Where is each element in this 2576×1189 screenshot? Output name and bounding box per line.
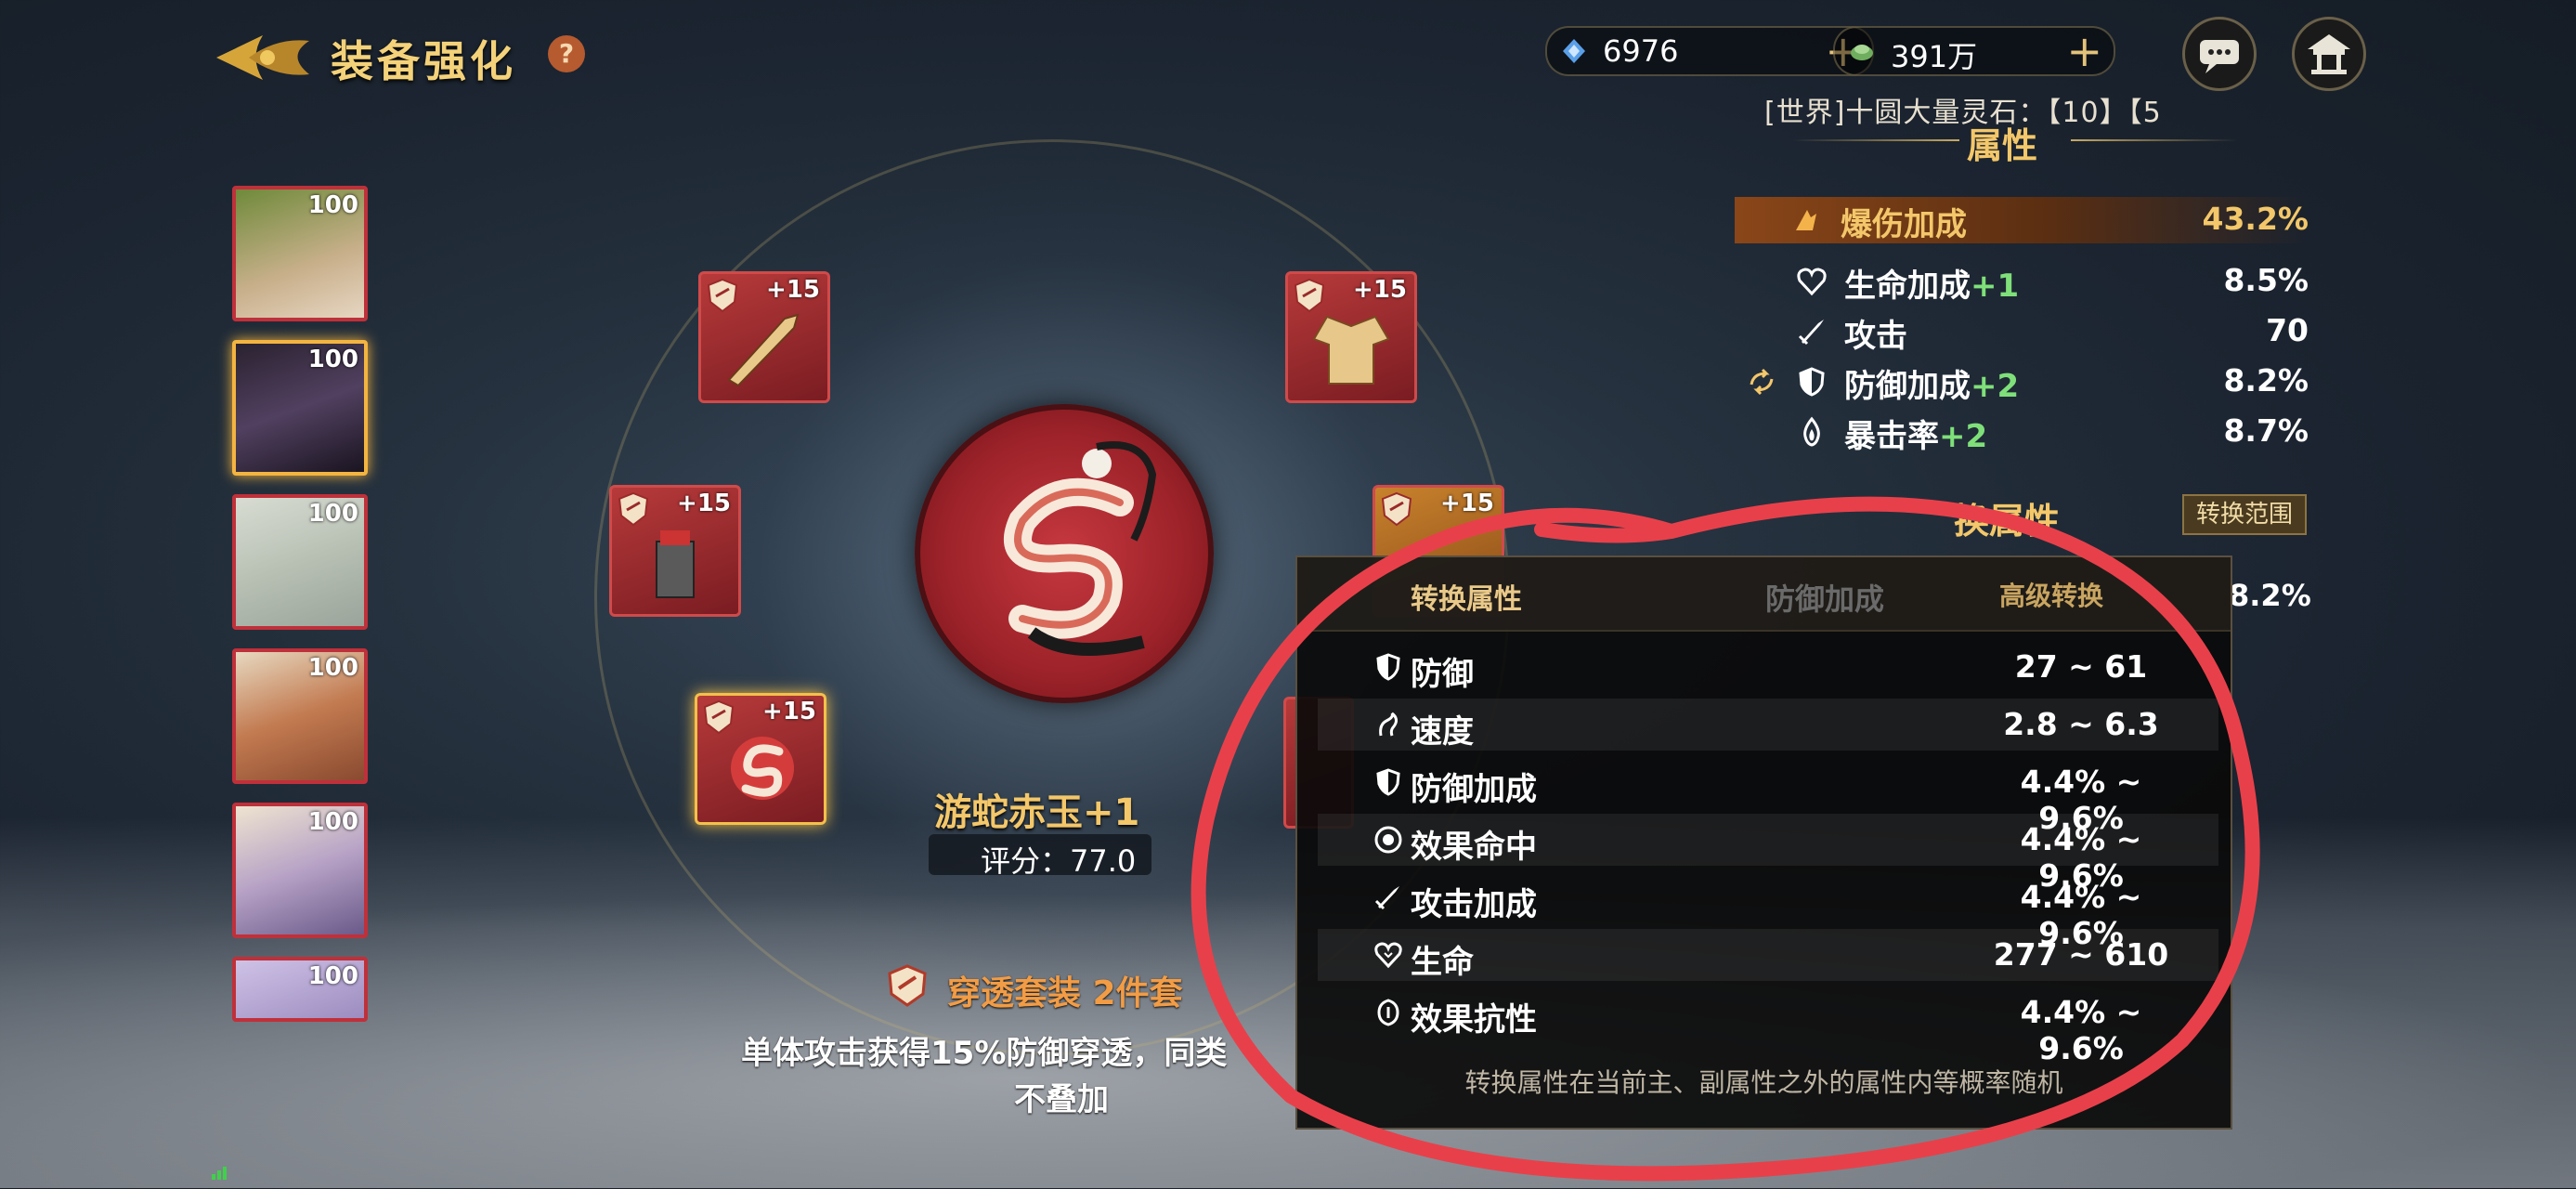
page-title: 装备强化 [331,36,516,86]
hero-level: 100 [307,962,358,990]
equipment-slot-armor[interactable]: +15 [1285,271,1417,403]
divider [1792,139,1959,141]
hero-level: 100 [307,808,358,836]
attribute-value: 8.2% [2223,362,2309,399]
slot-level: +15 [677,490,731,517]
chat-button[interactable] [2182,17,2257,91]
chat-icon [2200,40,2239,73]
attribute-value: 8.7% [2223,412,2309,449]
item-name: 游蛇赤玉+1 [934,791,1140,834]
hero-level: 100 [307,346,358,373]
slot-level: +15 [766,276,820,304]
shield-icon [1799,367,1825,397]
main-attribute-label: 爆伤加成 [1841,206,1967,243]
set-badge-icon [888,964,927,1007]
hero-portrait-selected[interactable]: 100 [232,340,368,476]
pavilion-icon [2308,34,2350,74]
spirit-currency: 6976 + [1545,26,1874,76]
attributes-title: 属性 [1967,125,2038,166]
jade-ornament-icon [731,737,794,800]
slot-level: +15 [1353,276,1407,304]
helm-item-icon [656,530,695,598]
world-chat-message[interactable]: [世界]十圆大量灵石：【10】【5 [1764,89,2162,130]
sword-item-icon [727,313,800,387]
red-annotation-circle [1190,496,2260,1182]
jade-icon [1851,45,1873,60]
attribute-label: 攻击 [1844,318,1907,355]
add-jade-button[interactable]: + [2066,28,2102,74]
attribute-label: 生命加成+1 [1844,268,2020,305]
attribute-value: 70 [2266,312,2309,348]
heart-icon [1797,268,1827,296]
attribute-value: 8.5% [2223,262,2309,298]
slot-level: +15 [762,698,816,725]
equipment-slot-helm[interactable]: +15 [609,485,741,617]
hero-portrait[interactable]: 100 [232,494,368,630]
divider [2071,139,2238,141]
equipment-slot-ornament-selected[interactable]: +15 [695,693,826,825]
hero-portrait[interactable]: 100 [232,186,368,321]
armor-item-icon [1312,315,1390,385]
spirit-stone-icon [1563,39,1585,63]
hero-level: 100 [307,654,358,682]
attribute-label: 暴击率+2 [1844,418,1988,455]
crit-rate-icon [1803,416,1820,447]
jade-value: 391万 [1891,39,1978,74]
signal-icon [212,1167,227,1180]
set-badge-icon [618,491,649,527]
home-button[interactable] [2292,17,2366,91]
back-arrow-icon[interactable] [212,28,314,87]
main-attribute-value: 43.2% [2202,201,2309,237]
set-name: 穿透套装 2件套 [947,974,1183,1013]
spirit-value: 6976 [1603,33,1679,69]
item-score: 评分：77.0 [981,843,1137,879]
hero-portrait[interactable]: 100 [232,803,368,938]
hero-portrait[interactable]: 100 [232,648,368,784]
help-icon[interactable]: ? [548,35,585,72]
set-description-cont: 不叠加 [1014,1081,1109,1118]
hero-level: 100 [307,191,358,219]
sword-icon [1798,320,1824,346]
hero-portrait[interactable]: 100 [232,957,368,1022]
attribute-label: 防御加成+2 [1844,368,2020,405]
convert-arrows-icon[interactable] [1746,366,1777,398]
hero-level: 100 [307,500,358,528]
jade-currency: 391万 + [1833,26,2115,76]
equipment-slot-weapon[interactable]: +15 [698,271,830,403]
crit-damage-icon [1796,210,1816,230]
